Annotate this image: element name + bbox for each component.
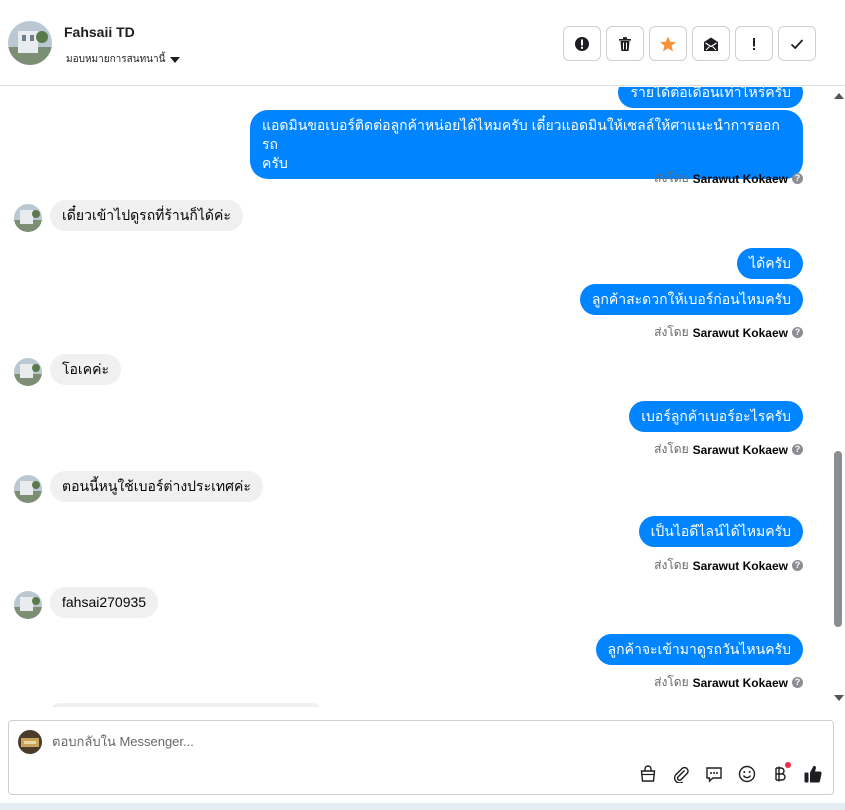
message-bubble-incoming[interactable]: fahsai270935 <box>50 587 159 618</box>
attach-button[interactable] <box>671 764 691 784</box>
shop-bag-button[interactable] <box>638 764 658 784</box>
sent-by-label: ส่งโดย Sarawut Kokaew ? <box>654 323 803 342</box>
scroll-thumb[interactable] <box>834 451 842 627</box>
message-bubble-outgoing[interactable]: รายได้ต่อเดือนเท่าไหร่ครับ <box>618 87 803 108</box>
caret-down-icon <box>170 57 181 63</box>
message-bubble-outgoing[interactable]: เบอร์ลูกค้าเบอร์อะไรครับ <box>629 401 803 432</box>
message-bubble-outgoing[interactable]: ลูกค้าจะเข้ามาดูรถวันไหนครับ <box>595 634 803 665</box>
like-icon <box>804 765 822 783</box>
contact-avatar-small <box>14 204 42 232</box>
page-avatar <box>18 730 42 754</box>
composer-toolbar <box>638 762 823 784</box>
scroll-up-arrow-icon[interactable] <box>834 93 844 99</box>
follow-up-icon <box>753 37 755 50</box>
shop-bag-icon <box>640 765 656 782</box>
sent-by-prefix: ส่งโดย <box>654 171 689 185</box>
trash-icon <box>619 36 631 51</box>
contact-avatar[interactable] <box>8 21 52 65</box>
agent-name: Sarawut Kokaew <box>692 558 788 573</box>
message-list[interactable]: รายได้ต่อเดือนเท่าไหร่ครับ แอดมินขอเบอร์… <box>0 87 832 707</box>
like-button[interactable] <box>803 764 823 784</box>
scroll-down-arrow-icon[interactable] <box>834 695 844 701</box>
star-icon <box>660 36 676 51</box>
help-icon[interactable]: ? <box>792 677 803 688</box>
mark-unread-icon <box>704 37 718 51</box>
help-icon[interactable]: ? <box>792 444 803 455</box>
contact-avatar-small <box>14 475 42 503</box>
assign-label: มอบหมายการสนทนานี้ <box>66 54 166 65</box>
sent-by-prefix: ส่งโดย <box>654 675 689 689</box>
emoji-icon <box>738 765 756 783</box>
sent-by-prefix: ส่งโดย <box>654 325 689 339</box>
star-button[interactable] <box>649 26 687 61</box>
sent-by-label: ส่งโดย Sarawut Kokaew ? <box>654 556 803 575</box>
help-icon[interactable]: ? <box>792 560 803 571</box>
message-scrollbar[interactable] <box>832 87 845 707</box>
notification-dot <box>785 762 791 768</box>
emoji-button[interactable] <box>737 764 757 784</box>
mark-unread-button[interactable] <box>692 26 730 61</box>
saved-reply-button[interactable] <box>704 764 724 784</box>
sent-by-label: ส่งโดย Sarawut Kokaew ? <box>654 169 803 188</box>
saved-reply-icon <box>706 767 722 783</box>
sent-by-label: ส่งโดย Sarawut Kokaew ? <box>654 673 803 692</box>
message-bubble-outgoing[interactable]: เป็นไอดีไลน์ได้ไหมครับ <box>638 516 803 547</box>
message-bubble-incoming[interactable]: ตอนนี้หนูใช้เบอร์ต่างประเทศค่ะ <box>50 471 263 502</box>
reply-input[interactable] <box>52 734 752 749</box>
agent-name: Sarawut Kokaew <box>692 442 788 457</box>
message-bubble-outgoing[interactable]: ลูกค้าสะดวกให้เบอร์ก่อนไหมครับ <box>579 284 803 315</box>
payment-button[interactable] <box>770 762 791 784</box>
message-text: แอดมินขอเบอร์ติดต่อลูกค้าหน่อยได้ไหมครับ… <box>262 117 780 152</box>
message-bubble-incoming-clipped[interactable] <box>50 703 322 707</box>
contact-avatar-small <box>14 358 42 386</box>
message-bubble-outgoing[interactable]: ได้ครับ <box>737 248 803 279</box>
spam-button[interactable] <box>563 26 601 61</box>
message-bubble-incoming[interactable]: เดี๋ยวเข้าไปดูรถที่ร้านก็ได้ค่ะ <box>50 200 243 231</box>
help-icon[interactable]: ? <box>792 173 803 184</box>
follow-up-button[interactable] <box>735 26 773 61</box>
delete-button[interactable] <box>606 26 644 61</box>
spam-icon <box>575 36 589 51</box>
sent-by-prefix: ส่งโดย <box>654 442 689 456</box>
help-icon[interactable]: ? <box>792 327 803 338</box>
conversation-header: Fahsaii TD มอบหมายการสนทนานี้ <box>0 0 845 86</box>
contact-name[interactable]: Fahsaii TD <box>64 24 135 40</box>
done-icon <box>790 38 804 49</box>
assign-conversation-dropdown[interactable]: มอบหมายการสนทนานี้ <box>66 52 181 67</box>
reply-composer <box>8 720 834 795</box>
sent-by-label: ส่งโดย Sarawut Kokaew ? <box>654 440 803 459</box>
done-button[interactable] <box>778 26 816 61</box>
messenger-conversation: Fahsaii TD มอบหมายการสนทนานี้ รายได้ต่อเ… <box>0 0 845 810</box>
agent-name: Sarawut Kokaew <box>692 675 788 690</box>
bottom-border <box>0 803 845 810</box>
agent-name: Sarawut Kokaew <box>692 171 788 186</box>
header-actions <box>563 26 816 61</box>
sent-by-prefix: ส่งโดย <box>654 558 689 572</box>
agent-name: Sarawut Kokaew <box>692 325 788 340</box>
attach-icon <box>673 766 689 783</box>
contact-avatar-small <box>14 591 42 619</box>
message-bubble-incoming[interactable]: โอเคค่ะ <box>50 354 121 385</box>
